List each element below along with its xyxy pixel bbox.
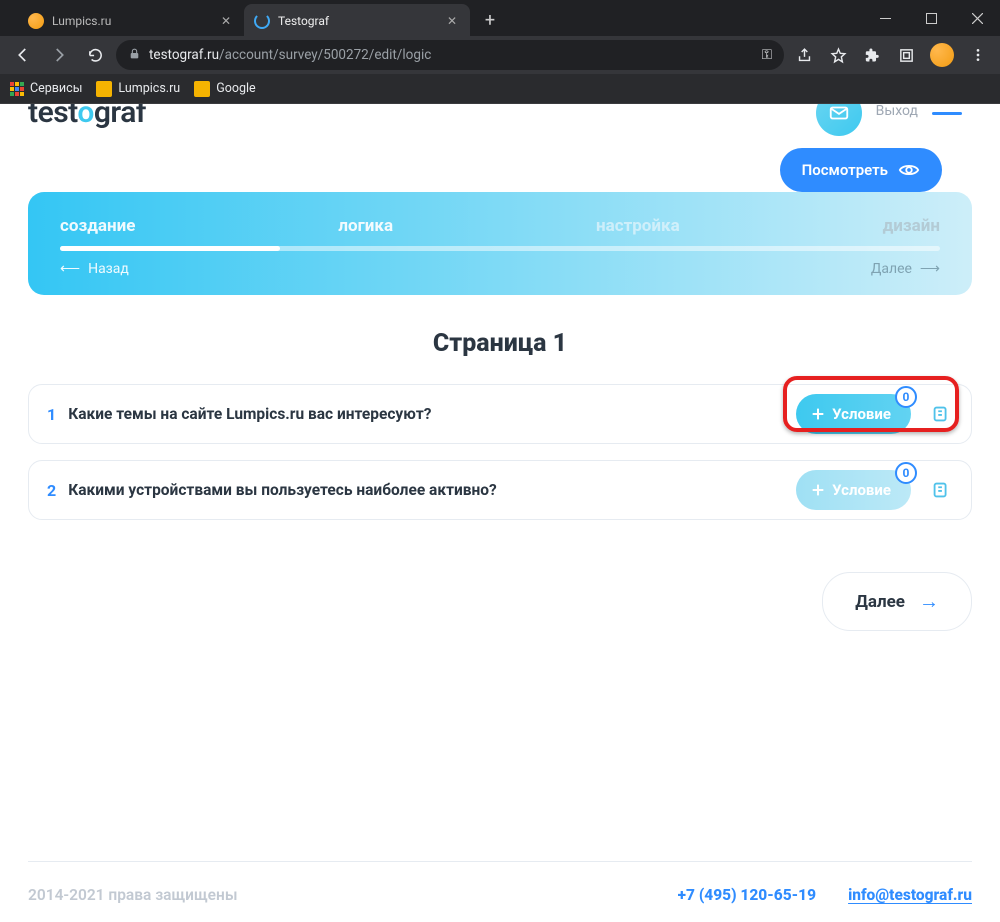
loading-icon — [254, 13, 270, 29]
plus-icon — [810, 482, 826, 498]
copyright: 2014-2021 права защищены — [28, 886, 238, 904]
reading-list-icon[interactable] — [892, 41, 920, 69]
arrow-right-icon: → — [919, 589, 939, 614]
minimize-button[interactable] — [862, 0, 908, 36]
lock-icon — [128, 47, 141, 64]
key-icon[interactable]: ⚿ — [762, 47, 772, 63]
condition-badge: 0 — [895, 462, 917, 484]
question-number: 1 — [47, 405, 56, 424]
forward-button[interactable] — [44, 40, 74, 70]
preview-button-label: Посмотреть — [802, 161, 888, 179]
question-number: 2 — [47, 481, 56, 500]
stepper-next[interactable]: Далее ⟶ — [871, 261, 940, 277]
question-text: Какие темы на сайте Lumpics.ru вас интер… — [68, 405, 796, 423]
condition-label: Условие — [832, 481, 891, 499]
tab-title: Testograf — [278, 14, 436, 28]
next-button[interactable]: Далее → — [822, 572, 972, 631]
url-text: testograf.ru/account/survey/500272/edit/… — [149, 47, 431, 63]
question-row-2[interactable]: 2 Какими устройствами вы пользуетесь наи… — [28, 460, 972, 520]
question-text: Какими устройствами вы пользуетесь наибо… — [68, 481, 796, 499]
browser-tab-testograf[interactable]: Testograf ✕ — [244, 4, 470, 38]
duplicate-button[interactable] — [923, 396, 959, 432]
maximize-button[interactable] — [908, 0, 954, 36]
close-window-button[interactable] — [954, 0, 1000, 36]
favicon-icon — [28, 13, 44, 29]
bookmark-apps[interactable]: Сервисы — [10, 81, 82, 96]
condition-label: Условие — [832, 405, 891, 423]
bookmarks-bar: Сервисы Lumpics.ru Google — [0, 74, 1000, 104]
duplicate-button[interactable] — [923, 472, 959, 508]
titlebar: Lumpics.ru ✕ Testograf ✕ + — [0, 0, 1000, 36]
step-logic[interactable]: логика — [338, 216, 393, 236]
back-button[interactable] — [8, 40, 38, 70]
footer: 2014-2021 права защищены +7 (495) 120-65… — [28, 861, 972, 904]
mail-icon[interactable] — [816, 104, 862, 136]
new-tab-button[interactable]: + — [476, 6, 504, 34]
menu-line-icon[interactable] — [932, 112, 962, 115]
page-viewport[interactable]: testograf Выход Посмотреть создание логи… — [0, 104, 1000, 922]
condition-button[interactable]: Условие 0 — [796, 470, 911, 510]
condition-button[interactable]: Условие 0 — [796, 394, 911, 434]
menu-icon[interactable] — [964, 41, 992, 69]
footer-email[interactable]: info@testograf.ru — [848, 886, 972, 904]
step-create[interactable]: создание — [60, 216, 135, 236]
browser-tab-lumpics[interactable]: Lumpics.ru ✕ — [18, 4, 244, 38]
next-button-label: Далее — [855, 592, 905, 612]
eye-icon — [898, 159, 920, 181]
close-icon[interactable]: ✕ — [444, 13, 460, 29]
question-row-1[interactable]: 1 Какие темы на сайте Lumpics.ru вас инт… — [28, 384, 972, 444]
stepper: создание логика настройка дизайн ⟵ Назад… — [28, 192, 972, 295]
copy-icon — [930, 403, 952, 425]
progress-bar — [60, 246, 940, 251]
footer-phone[interactable]: +7 (495) 120-65-19 — [678, 886, 816, 904]
url-input[interactable]: testograf.ru/account/survey/500272/edit/… — [116, 40, 784, 70]
close-icon[interactable]: ✕ — [218, 13, 234, 29]
address-bar: testograf.ru/account/survey/500272/edit/… — [0, 36, 1000, 74]
logout-link[interactable]: Выход — [876, 104, 918, 119]
extensions-icon[interactable] — [858, 41, 886, 69]
stepper-back[interactable]: ⟵ Назад — [60, 261, 129, 277]
plus-icon — [810, 406, 826, 422]
tab-title: Lumpics.ru — [52, 14, 210, 28]
step-design[interactable]: дизайн — [883, 216, 940, 236]
copy-icon — [930, 479, 952, 501]
profile-avatar[interactable] — [930, 43, 954, 67]
share-icon[interactable] — [790, 41, 818, 69]
preview-button[interactable]: Посмотреть — [780, 148, 942, 192]
bookmark-lumpics[interactable]: Lumpics.ru — [96, 81, 180, 97]
page-title: Страница 1 — [28, 329, 972, 358]
bookmark-google[interactable]: Google — [194, 81, 255, 97]
step-settings[interactable]: настройка — [596, 216, 680, 236]
reload-button[interactable] — [80, 40, 110, 70]
star-icon[interactable] — [824, 41, 852, 69]
logo[interactable]: testograf — [28, 104, 146, 130]
condition-badge: 0 — [895, 386, 917, 408]
